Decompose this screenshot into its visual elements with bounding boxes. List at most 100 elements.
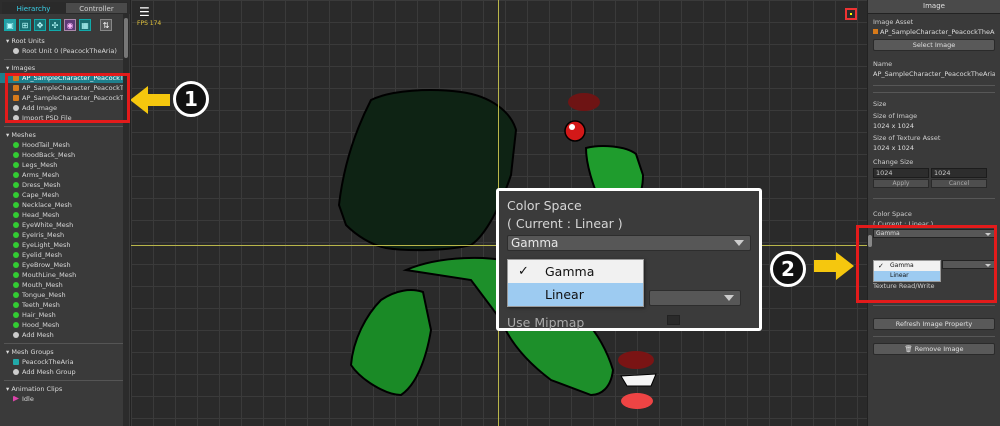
list-item[interactable]: Idle bbox=[0, 394, 130, 404]
divider bbox=[873, 92, 995, 93]
list-item[interactable]: Legs_Mesh bbox=[0, 160, 130, 170]
secondary-select[interactable] bbox=[649, 290, 741, 306]
filter-mesh-icon[interactable]: ✥ bbox=[34, 19, 46, 31]
color-space-label: Color Space bbox=[507, 198, 582, 213]
list-item[interactable]: Arms_Mesh bbox=[0, 170, 130, 180]
option-linear[interactable]: Linear bbox=[508, 283, 643, 306]
mesh-icon bbox=[13, 261, 19, 268]
select-image-button[interactable]: Select Image bbox=[873, 39, 995, 51]
size-of-image-label: Size of Image bbox=[873, 112, 918, 120]
tongue-shape bbox=[621, 393, 653, 409]
change-size-label: Change Size bbox=[873, 158, 914, 166]
inspector-title: Image bbox=[868, 0, 1000, 14]
divider bbox=[873, 305, 995, 306]
divider bbox=[873, 85, 995, 86]
list-item[interactable]: HoodBack_Mesh bbox=[0, 150, 130, 160]
option-linear[interactable]: Linear bbox=[874, 271, 940, 281]
mesh-icon bbox=[13, 191, 19, 198]
arm-shape bbox=[349, 289, 433, 397]
add-mesh-button[interactable]: Add Mesh bbox=[0, 330, 130, 340]
mesh-icon bbox=[13, 171, 19, 178]
list-item[interactable]: Hair_Mesh bbox=[0, 310, 130, 320]
viewport[interactable]: ☰ FPS 174 1 Color Space ( Current : Line… bbox=[131, 0, 867, 426]
fps-label: FPS 174 bbox=[137, 20, 162, 27]
scrollbar-thumb[interactable] bbox=[124, 18, 128, 58]
list-item[interactable]: EyeBrow_Mesh bbox=[0, 260, 130, 270]
list-item[interactable]: Root Unit 0 (PeacockTheAria) bbox=[0, 46, 130, 56]
color-space-zoom-callout: Color Space ( Current : Linear ) Gamma ✓… bbox=[496, 188, 762, 331]
size-label: Size bbox=[873, 100, 887, 108]
cancel-button[interactable]: Cancel bbox=[931, 179, 987, 188]
mesh-icon bbox=[13, 291, 19, 298]
option-gamma[interactable]: ✓ Gamma bbox=[874, 261, 940, 271]
mesh-icon bbox=[13, 271, 19, 278]
list-item[interactable]: Mouth_Mesh bbox=[0, 280, 130, 290]
list-item[interactable]: EyeLight_Mesh bbox=[0, 240, 130, 250]
width-input[interactable]: 1024 bbox=[873, 168, 929, 178]
refresh-image-property-button[interactable]: Refresh Image Property bbox=[873, 318, 995, 330]
list-item[interactable]: Eyelid_Mesh bbox=[0, 250, 130, 260]
list-item[interactable]: Tongue_Mesh bbox=[0, 290, 130, 300]
section-root-units[interactable]: ▾ Root Units bbox=[0, 36, 130, 46]
size-of-texture-label: Size of Texture Asset bbox=[873, 134, 941, 142]
list-item[interactable]: Teeth_Mesh bbox=[0, 300, 130, 310]
hood-shape bbox=[337, 89, 518, 252]
mesh-icon bbox=[13, 251, 19, 258]
brow-shape bbox=[568, 93, 600, 111]
mesh-icon bbox=[13, 201, 19, 208]
filter-image-icon[interactable]: ⊞ bbox=[19, 19, 31, 31]
list-item[interactable]: Dress_Mesh bbox=[0, 180, 130, 190]
list-item[interactable]: Necklace_Mesh bbox=[0, 200, 130, 210]
menu-icon[interactable]: ☰ bbox=[139, 6, 151, 18]
section-animation-clips[interactable]: ▾ Animation Clips bbox=[0, 384, 130, 394]
highlight-box-1 bbox=[5, 73, 130, 123]
tab-hierarchy[interactable]: Hierarchy bbox=[2, 2, 65, 14]
mesh-icon bbox=[13, 141, 19, 148]
size-of-image-value: 1024 x 1024 bbox=[873, 122, 915, 130]
section-meshes[interactable]: ▾ Meshes bbox=[0, 130, 130, 140]
list-item[interactable]: Cape_Mesh bbox=[0, 190, 130, 200]
option-gamma[interactable]: ✓ Gamma bbox=[508, 260, 643, 283]
root-unit-icon bbox=[13, 47, 19, 54]
apply-button[interactable]: Apply bbox=[873, 179, 929, 188]
list-item[interactable]: Hood_Mesh bbox=[0, 320, 130, 330]
list-item[interactable]: HoodTail_Mesh bbox=[0, 140, 130, 150]
arrow-1-bar bbox=[148, 94, 170, 106]
check-icon: ✓ bbox=[878, 262, 884, 270]
mesh-icon bbox=[13, 311, 19, 318]
add-mesh-group-button[interactable]: Add Mesh Group bbox=[0, 367, 130, 377]
image-asset-field[interactable]: AP_SampleCharacter_PeacockTheAr bbox=[873, 27, 995, 37]
tab-controller[interactable]: Controller bbox=[65, 2, 128, 14]
height-input[interactable]: 1024 bbox=[931, 168, 987, 178]
list-item[interactable]: MouthLine_Mesh bbox=[0, 270, 130, 280]
mesh-icon bbox=[13, 151, 19, 158]
section-images[interactable]: ▾ Images bbox=[0, 63, 130, 73]
color-space-select[interactable]: Gamma bbox=[507, 235, 751, 251]
plus-icon bbox=[13, 331, 19, 338]
sort-icon[interactable]: ⇅ bbox=[100, 19, 112, 31]
ornament-light bbox=[569, 124, 575, 130]
use-mipmap-checkbox[interactable] bbox=[667, 315, 680, 325]
filter-toolbar: ▣ ⊞ ✥ ✣ ◉ ▦ ⇅ bbox=[0, 14, 130, 36]
filter-param-icon[interactable]: ▦ bbox=[79, 19, 91, 31]
teeth-shape bbox=[620, 373, 657, 387]
color-space-label: Color Space bbox=[873, 210, 912, 218]
callout-badge-2: 2 bbox=[770, 251, 806, 287]
list-item[interactable]: PeacockTheAria bbox=[0, 357, 130, 367]
trash-icon: 🗑 bbox=[904, 345, 915, 353]
filter-all-icon[interactable]: ▣ bbox=[4, 19, 16, 31]
section-mesh-groups[interactable]: ▾ Mesh Groups bbox=[0, 347, 130, 357]
divider bbox=[873, 198, 995, 199]
divider bbox=[4, 343, 126, 344]
name-field[interactable]: AP_SampleCharacter_PeacockTheAria bbox=[873, 69, 995, 79]
list-item[interactable]: EyeWhite_Mesh bbox=[0, 220, 130, 230]
color-space-dropdown: ✓ Gamma Linear bbox=[873, 260, 941, 282]
list-item[interactable]: Head_Mesh bbox=[0, 210, 130, 220]
use-mipmap-label: Use Mipmap bbox=[507, 315, 585, 330]
remove-image-button[interactable]: 🗑 Remove Image bbox=[873, 343, 995, 355]
list-item[interactable]: EyeIris_Mesh bbox=[0, 230, 130, 240]
viewport-tool-icon[interactable] bbox=[845, 8, 857, 20]
filter-meshgroup-icon[interactable]: ✣ bbox=[49, 19, 61, 31]
mesh-icon bbox=[13, 301, 19, 308]
filter-animation-icon[interactable]: ◉ bbox=[64, 19, 76, 31]
